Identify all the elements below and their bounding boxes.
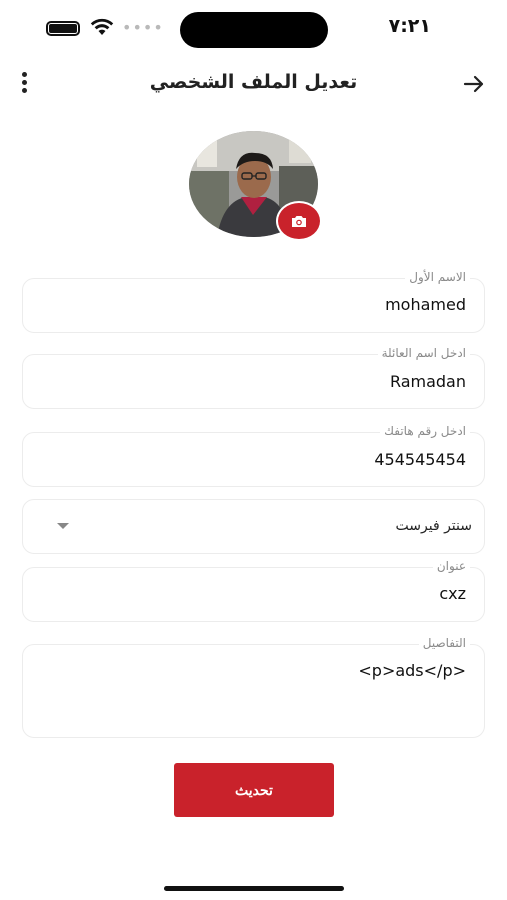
first-name-label: الاسم الأول [405, 270, 470, 284]
last-name-label: ادخل اسم العائلة [377, 346, 470, 360]
phone-value: 454545454 [374, 450, 466, 469]
signal-dots-icon: •••• [122, 18, 164, 37]
chevron-down-icon [57, 523, 69, 529]
camera-icon[interactable] [276, 201, 322, 241]
details-field[interactable]: التفاصيل <p>ads</p> [22, 636, 485, 738]
wifi-icon [90, 18, 114, 40]
phone-label: ادخل رقم هاتفك [380, 424, 470, 438]
center-select[interactable]: سنتر فيرست [22, 499, 485, 554]
center-select-value: سنتر فيرست [395, 518, 472, 534]
status-time: ٧:٢١ [388, 15, 431, 37]
last-name-field[interactable]: ادخل اسم العائلة Ramadan [22, 346, 485, 409]
last-name-value: Ramadan [389, 372, 466, 391]
details-value: <p>ads</p> [358, 661, 466, 680]
battery-icon [46, 21, 80, 36]
dynamic-island [180, 12, 328, 48]
phone-field[interactable]: ادخل رقم هاتفك 454545454 [22, 424, 485, 487]
page-title: تعديل الملف الشخصي [149, 71, 358, 93]
address-field[interactable]: عنوان cxz [22, 559, 485, 622]
address-value: cxz [439, 584, 466, 603]
first-name-field[interactable]: الاسم الأول mohamed [22, 270, 485, 333]
first-name-value: mohamed [385, 295, 466, 314]
arrow-right-icon[interactable] [463, 71, 485, 97]
update-button[interactable]: تحديث [174, 763, 334, 817]
home-indicator [164, 886, 344, 891]
address-label: عنوان [432, 559, 470, 573]
details-label: التفاصيل [418, 636, 470, 650]
